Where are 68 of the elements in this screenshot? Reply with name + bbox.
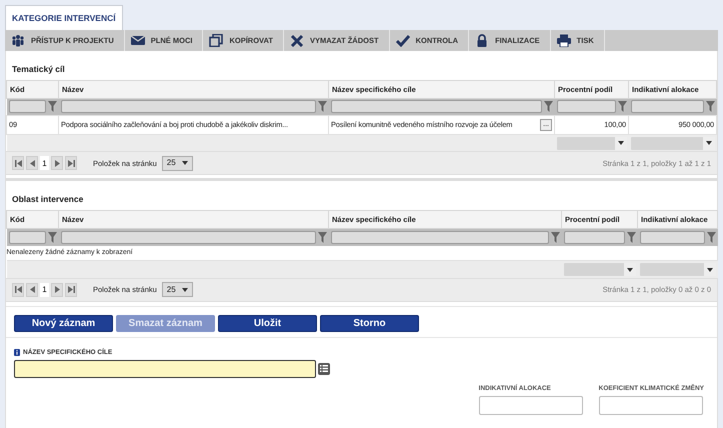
last-page-icon: [68, 160, 74, 167]
filter-field[interactable]: [330, 100, 542, 114]
filter-field[interactable]: [60, 231, 316, 244]
previous-page-button[interactable]: [26, 156, 38, 170]
page-field[interactable]: 1: [40, 282, 49, 297]
previous-page-button[interactable]: [26, 282, 38, 297]
filter-icon: [48, 101, 56, 112]
filter-field[interactable]: [330, 231, 548, 244]
next-page-icon: [54, 160, 60, 167]
filter-field[interactable]: [564, 231, 624, 244]
action-button[interactable]: Nový záznam: [14, 314, 113, 332]
people-icon: [11, 34, 25, 47]
page-size-select[interactable]: 25: [162, 282, 193, 298]
text-field[interactable]: [598, 396, 703, 416]
action-button[interactable]: Storno: [320, 314, 419, 332]
filter-icon: [550, 232, 560, 243]
filter-icon: [318, 232, 326, 243]
previous-page-icon: [28, 160, 36, 167]
last-page-icon: [68, 286, 74, 294]
caret-icon: [182, 288, 188, 292]
text-field[interactable]: [478, 396, 583, 416]
first-page-icon: [14, 286, 22, 294]
next-page-button[interactable]: [51, 156, 63, 170]
column-dropdown[interactable]: [630, 136, 714, 150]
close-icon: [290, 34, 304, 47]
caret-icon: [706, 141, 712, 145]
list-icon: [320, 365, 328, 372]
tab[interactable]: KATEGORIE INTERVENCÍ: [5, 5, 123, 30]
next-page-icon: [54, 286, 60, 294]
action-button[interactable]: Uložit: [218, 314, 317, 332]
printer-icon: [556, 34, 571, 47]
last-page-button[interactable]: [65, 156, 77, 170]
caret-icon: [618, 141, 624, 145]
column-dropdown[interactable]: [640, 263, 716, 276]
filter-icon: [706, 101, 714, 112]
filter-field[interactable]: [640, 231, 704, 244]
previous-page-icon: [28, 286, 36, 294]
envelope-icon: [130, 34, 145, 47]
filter-icon: [544, 101, 552, 112]
filter-field[interactable]: [60, 100, 316, 114]
column-dropdown[interactable]: [556, 136, 626, 150]
filter-icon: [48, 232, 56, 243]
filter-icon: [706, 232, 716, 243]
page-size-select[interactable]: 25: [162, 156, 193, 171]
list-button[interactable]: [318, 362, 330, 374]
first-page-button[interactable]: [12, 282, 24, 297]
caret-icon: [182, 161, 188, 166]
filter-field[interactable]: [556, 100, 616, 114]
section-title: Oblast intervence: [11, 193, 84, 206]
filter-icon: [618, 101, 626, 112]
last-page-button[interactable]: [65, 282, 77, 297]
first-page-button[interactable]: [12, 156, 24, 170]
next-page-button[interactable]: [51, 282, 63, 297]
column-dropdown[interactable]: [564, 263, 636, 276]
first-page-icon: [14, 160, 22, 167]
caret-icon: [626, 268, 632, 272]
filter-field[interactable]: [8, 231, 46, 244]
section-title: Tematický cíl: [11, 62, 66, 76]
filter-icon: [626, 232, 636, 243]
copy-icon: [209, 34, 224, 47]
filter-icon: [318, 101, 326, 112]
page-field[interactable]: 1: [40, 156, 49, 170]
text-field[interactable]: [14, 360, 316, 378]
caret-icon: [706, 268, 712, 272]
lock-icon: [475, 34, 490, 47]
filter-field[interactable]: [630, 100, 704, 114]
filter-field[interactable]: [8, 100, 46, 114]
check-icon: [396, 34, 410, 47]
